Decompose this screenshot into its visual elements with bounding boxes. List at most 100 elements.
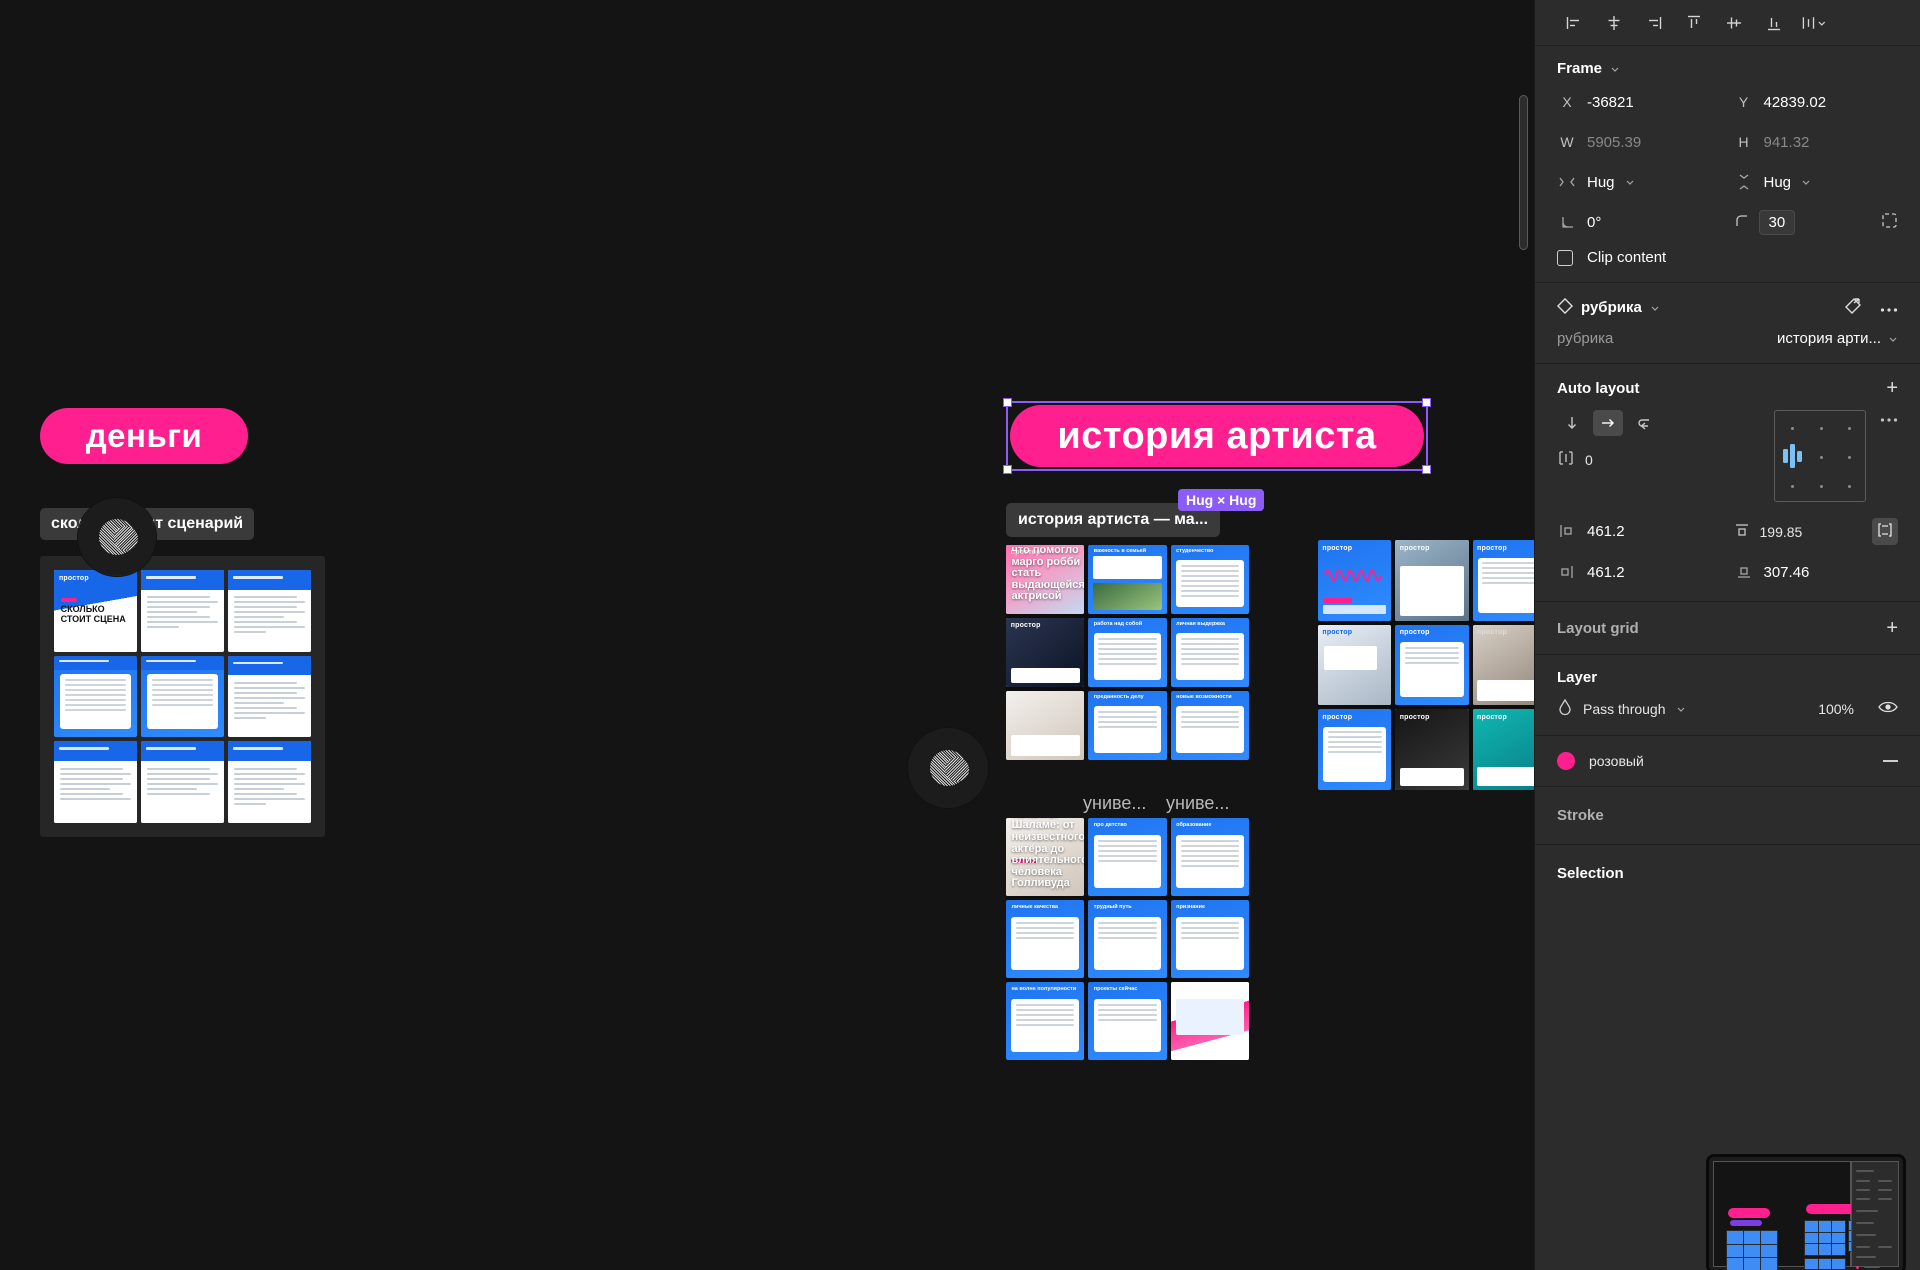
corner-radius-value[interactable]: 30 [1758, 209, 1796, 235]
card-item[interactable] [141, 741, 224, 823]
design-canvas[interactable]: деньги сколько стоит сценарий простор СК… [0, 0, 1534, 1270]
card-item[interactable]: признание [1170, 900, 1249, 978]
rotation-field[interactable]: 0° [1557, 209, 1722, 235]
resize-handle-bottom-right[interactable] [1422, 465, 1431, 474]
frame-prostor-grid[interactable]: простор простор простор простор простор … [1318, 540, 1534, 790]
component-property-row[interactable]: рубрика история арти... [1557, 330, 1898, 347]
frame-artist-grid[interactable]: простор что помогло марго робби стать вы… [1006, 545, 1249, 760]
card-item[interactable]: простор что помогло марго робби стать вы… [1006, 545, 1085, 614]
individual-padding-toggle[interactable] [1872, 518, 1898, 545]
gap-field[interactable]: 0 [1557, 450, 1760, 469]
component-name-row[interactable]: рубрика [1556, 297, 1660, 318]
card-item[interactable] [54, 655, 137, 738]
x-value: -36821 [1587, 93, 1634, 111]
component-property-value-wrap[interactable]: история арти... [1777, 330, 1898, 347]
visibility-eye-icon[interactable] [1878, 700, 1898, 717]
card-item[interactable]: простор таланты Шаламе: от неизвестного … [1006, 818, 1085, 896]
auto-layout-more-icon[interactable] [1880, 410, 1898, 426]
card-text [1093, 633, 1162, 681]
padding-left-field[interactable]: 461.2 [1557, 518, 1722, 544]
figma-window: деньги сколько стоит сценарий простор СК… [0, 0, 1920, 1270]
card-item[interactable]: простор [1395, 624, 1469, 706]
fill-color-swatch[interactable] [1557, 752, 1575, 770]
card-item[interactable] [1170, 982, 1249, 1060]
frame-universitet-grid[interactable]: простор таланты Шаламе: от неизвестного … [1006, 818, 1249, 1060]
align-top-icon[interactable] [1681, 10, 1707, 36]
h-field[interactable]: H 941.32 [1734, 129, 1899, 155]
card-item[interactable] [54, 741, 137, 823]
resize-handle-top-right[interactable] [1422, 398, 1431, 407]
frame-section-title[interactable]: Frame [1557, 60, 1620, 77]
card-item[interactable]: простор [1472, 540, 1534, 621]
card-item[interactable] [228, 741, 311, 823]
frame-label-univer-2[interactable]: униве... [1166, 793, 1229, 814]
frame-label-univer-1[interactable]: униве... [1083, 793, 1146, 814]
align-left-icon[interactable] [1561, 10, 1587, 36]
clip-content-checkbox[interactable] [1557, 249, 1573, 266]
opacity-value[interactable]: 100% [1818, 701, 1854, 717]
card-item[interactable]: студенчество [1170, 545, 1249, 614]
distribute-icon[interactable] [1801, 10, 1827, 36]
vertical-resize-icon [1734, 174, 1754, 190]
card-item[interactable]: трудный путь [1088, 900, 1167, 978]
card-item[interactable]: простор СКОЛЬКО СТОИТ СЦЕНА [54, 570, 137, 652]
canvas-vertical-scrollbar[interactable] [1519, 95, 1528, 250]
card-item[interactable]: простор [1318, 709, 1392, 790]
padding-top-field[interactable]: 199.85 [1734, 518, 1898, 545]
card-item[interactable] [228, 655, 311, 738]
card-item[interactable]: образование [1170, 818, 1249, 896]
independent-corners-icon[interactable] [1881, 212, 1898, 232]
card-item[interactable]: проекты сейчас [1088, 982, 1167, 1060]
card-item[interactable]: новые возможности [1170, 691, 1249, 760]
direction-horizontal-icon[interactable] [1593, 410, 1623, 436]
direction-vertical-icon[interactable] [1557, 410, 1587, 436]
clip-content-label: Clip content [1587, 249, 1667, 266]
card-item[interactable]: простор [1472, 709, 1534, 790]
card-item[interactable]: личная выдержка [1170, 618, 1249, 687]
clip-content-row[interactable]: Clip content [1557, 249, 1898, 266]
padding-right-field[interactable]: 461.2 [1557, 559, 1722, 585]
y-field[interactable]: Y 42839.02 [1734, 89, 1899, 115]
frame-artist-pill[interactable]: история артиста [1010, 405, 1424, 467]
resize-handle-bottom-left[interactable] [1003, 465, 1012, 474]
card-item[interactable]: простор [1395, 540, 1469, 621]
card-item[interactable]: простор [1472, 624, 1534, 706]
card-item[interactable]: на волне популярности [1006, 982, 1085, 1060]
align-vertical-centers-icon[interactable] [1721, 10, 1747, 36]
add-auto-layout-button[interactable]: + [1886, 378, 1898, 398]
card-item[interactable]: простор [1395, 709, 1469, 790]
blend-mode-value[interactable]: Pass through [1583, 701, 1666, 717]
align-bottom-icon[interactable] [1761, 10, 1787, 36]
card-item[interactable]: важность в семьей [1088, 545, 1167, 614]
align-horizontal-centers-icon[interactable] [1601, 10, 1627, 36]
auto-layout-alignment-pad[interactable] [1774, 410, 1866, 502]
align-right-icon[interactable] [1641, 10, 1667, 36]
padding-bottom-field[interactable]: 307.46 [1734, 559, 1899, 585]
go-to-main-component-icon[interactable] [1844, 297, 1862, 318]
card-item[interactable] [228, 570, 311, 652]
card-item[interactable]: про детство [1088, 818, 1167, 896]
direction-wrap-icon[interactable] [1629, 410, 1659, 436]
card-item[interactable]: преданность делу [1088, 691, 1167, 760]
horizontal-resize-field[interactable]: Hug [1557, 169, 1722, 195]
x-field[interactable]: X -36821 [1557, 89, 1722, 115]
corner-radius-field[interactable]: 30 [1734, 209, 1899, 235]
component-more-icon[interactable] [1880, 300, 1898, 316]
card-item[interactable] [1006, 691, 1085, 760]
card-item[interactable]: простор [1006, 618, 1085, 687]
card-item[interactable]: простор [1318, 540, 1392, 621]
frame-money-pill[interactable]: деньги [40, 408, 248, 464]
resize-handle-top-left[interactable] [1003, 398, 1012, 407]
card-item[interactable]: личные качества [1006, 900, 1085, 978]
fill-style-row[interactable]: розовый [1535, 736, 1920, 787]
x-label: X [1562, 94, 1572, 110]
vertical-resize-field[interactable]: Hug [1734, 169, 1899, 195]
card-item[interactable]: простор [1318, 624, 1392, 706]
card-item[interactable] [141, 655, 224, 738]
card-item[interactable]: работа над собой [1088, 618, 1167, 687]
frame-scenario-grid[interactable]: простор СКОЛЬКО СТОИТ СЦЕНА [40, 556, 325, 837]
remove-fill-button[interactable] [1883, 760, 1898, 762]
w-field[interactable]: W 5905.39 [1557, 129, 1722, 155]
add-layout-grid-button[interactable]: + [1886, 618, 1898, 638]
card-item[interactable] [141, 570, 224, 652]
